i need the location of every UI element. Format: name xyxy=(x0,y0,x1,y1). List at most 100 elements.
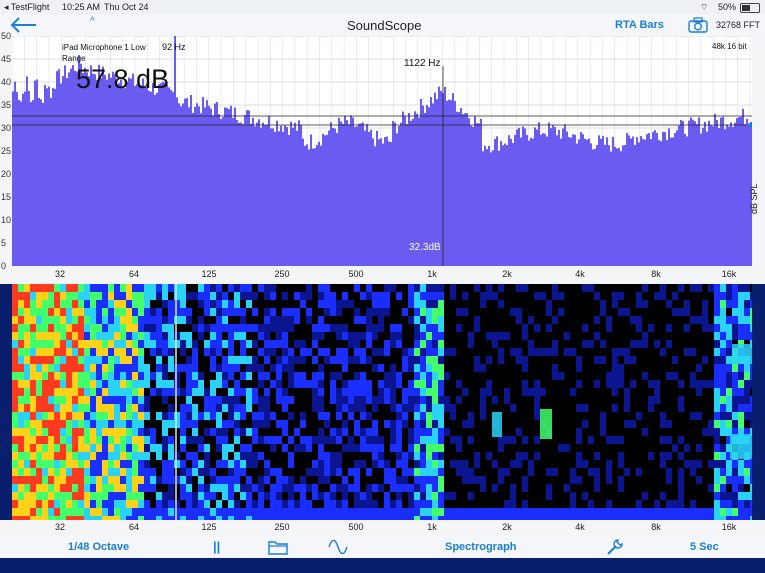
spectrograph-cell xyxy=(192,460,198,468)
spectrograph-cell xyxy=(222,364,228,372)
spectrograph-cell xyxy=(42,460,48,468)
spectrograph-cell xyxy=(108,436,114,444)
rta-bar xyxy=(126,81,128,266)
spectrograph-cell xyxy=(720,284,726,292)
spectrograph-cell xyxy=(420,340,426,348)
spectrograph-cell xyxy=(438,468,444,476)
spectrograph-cell xyxy=(342,444,348,452)
rta-bar xyxy=(40,99,42,266)
rta-bar xyxy=(622,145,624,266)
spectrograph-cell xyxy=(570,508,576,516)
spectrograph-cell xyxy=(150,316,156,324)
rta-bar xyxy=(100,77,102,266)
rta-bars-button[interactable]: RTA Bars xyxy=(615,19,664,31)
duration-button[interactable]: 5 Sec xyxy=(690,541,719,553)
spectrograph-cell xyxy=(144,428,150,436)
spectrograph-cell xyxy=(354,460,360,468)
spectrograph-cell xyxy=(162,372,168,380)
waveform-icon[interactable] xyxy=(328,540,348,554)
spectrograph-cell xyxy=(138,388,144,396)
spectrograph-cell xyxy=(24,396,30,404)
status-battery: 50% xyxy=(718,2,737,12)
collapse-caret-icon[interactable]: ^ xyxy=(90,16,95,27)
spectrograph-cell xyxy=(222,316,228,324)
spectrograph-cell xyxy=(144,308,150,316)
spectrograph-cell xyxy=(60,300,66,308)
spectrograph-cell xyxy=(60,292,66,300)
rta-bar xyxy=(200,113,202,266)
app-title: SoundScope xyxy=(347,18,422,33)
spectrograph-cell xyxy=(246,500,252,508)
spectrograph-cell xyxy=(300,476,306,484)
spectrograph-cell xyxy=(90,372,96,380)
x-tick-label: 16k xyxy=(721,269,737,279)
spectrograph-cell xyxy=(498,476,504,484)
spectrograph-cell xyxy=(258,404,264,412)
spectrograph-cell xyxy=(480,484,486,492)
spectrograph-cell xyxy=(270,500,276,508)
back-arrow-icon[interactable] xyxy=(8,16,38,34)
rta-bar xyxy=(728,126,730,266)
spectrograph-cell xyxy=(90,444,96,452)
spectrograph-cell xyxy=(306,316,312,324)
spectrograph-cell xyxy=(426,436,432,444)
spectrograph-cell xyxy=(18,396,24,404)
spectrograph-cell xyxy=(156,444,162,452)
spectrograph-cell xyxy=(726,500,732,508)
spectrograph-cell xyxy=(30,396,36,404)
spectrograph-cell xyxy=(720,324,726,332)
spectrograph-cell xyxy=(222,300,228,308)
spectrograph-cell xyxy=(426,452,432,460)
spectrograph-cell xyxy=(672,292,678,300)
spectrograph-cell xyxy=(336,332,342,340)
spectrograph-cell xyxy=(198,372,204,380)
spectrograph-cell xyxy=(48,308,54,316)
fft-size-label[interactable]: 32768 FFT xyxy=(716,20,760,30)
spectrograph-mode-button[interactable]: Spectrograph xyxy=(445,541,517,553)
spectrograph-cell xyxy=(60,452,66,460)
spectrograph-cell xyxy=(360,428,366,436)
wrench-icon[interactable] xyxy=(606,538,624,556)
spectrograph-cell xyxy=(54,412,60,420)
spectrograph-cell xyxy=(594,292,600,300)
spectrograph-cell xyxy=(324,436,330,444)
spectrograph-cell xyxy=(330,324,336,332)
spectrograph-cell xyxy=(90,420,96,428)
spectrograph-cell xyxy=(462,508,468,516)
spectrograph-cell xyxy=(714,300,720,308)
rta-bar xyxy=(370,129,372,266)
spectrograph-cell xyxy=(462,476,468,484)
spectrograph-cell xyxy=(732,364,738,372)
spectrograph-cell xyxy=(246,476,252,484)
spectrograph-cell xyxy=(264,404,270,412)
spectrograph-cell xyxy=(186,364,192,372)
spectrograph-cell xyxy=(570,388,576,396)
spectrograph-cell xyxy=(108,308,114,316)
spectrograph-cell xyxy=(456,468,462,476)
rta-bar xyxy=(684,133,686,266)
rta-bar xyxy=(522,126,524,266)
spectrograph-cell xyxy=(576,380,582,388)
octave-resolution-button[interactable]: 1/48 Octave xyxy=(68,541,129,553)
spectrograph-cell xyxy=(642,428,648,436)
spectrograph-cell xyxy=(438,452,444,460)
pause-button[interactable]: || xyxy=(213,539,220,554)
spectrograph-cell xyxy=(24,420,30,428)
spectrograph-cell xyxy=(420,500,426,508)
spectrograph-cell xyxy=(84,308,90,316)
spectrograph-cell xyxy=(738,492,744,500)
spectrograph-cell xyxy=(228,388,234,396)
spectrograph-cell xyxy=(744,396,750,404)
rta-bar xyxy=(324,135,326,266)
spectrograph-cell xyxy=(198,436,204,444)
spectrograph-cell xyxy=(228,396,234,404)
spectrograph[interactable] xyxy=(12,284,752,520)
spectrograph-cell xyxy=(330,428,336,436)
spectrograph-cell xyxy=(600,508,606,516)
spectrograph-cell xyxy=(402,308,408,316)
folder-icon[interactable] xyxy=(268,539,288,555)
spectrograph-cell xyxy=(162,428,168,436)
camera-icon[interactable] xyxy=(688,17,708,33)
spectrograph-cell xyxy=(330,300,336,308)
spectrograph-cell xyxy=(390,364,396,372)
